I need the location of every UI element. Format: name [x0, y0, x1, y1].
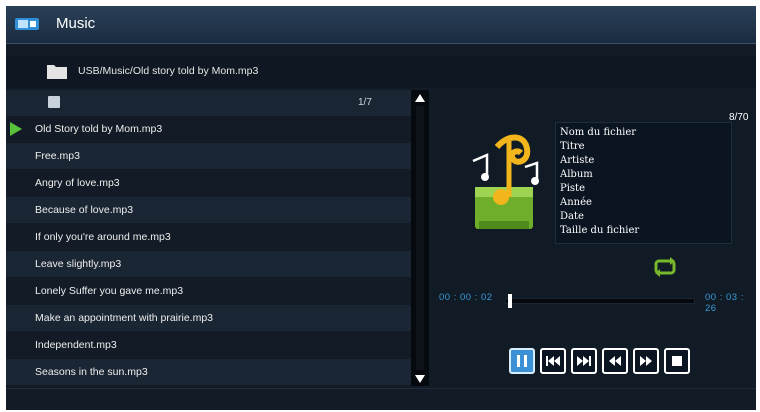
list-item[interactable]: Old Story told by Mom.mp3 — [6, 116, 411, 142]
song-title: Seasons in the sun.mp3 — [35, 366, 148, 378]
fast-forward-button[interactable] — [633, 348, 659, 374]
list-item[interactable]: Leave slightly.mp3 — [6, 251, 411, 277]
song-title: Lonely Suffer you gave me.mp3 — [35, 285, 184, 297]
header-bar: Music — [6, 6, 756, 44]
list-item[interactable]: If only you're around me.mp3 — [6, 224, 411, 250]
progress-bar[interactable] — [505, 294, 695, 308]
music-player-screen: Music USB/Music/Old story told by Mom.mp… — [6, 6, 756, 410]
pause-button[interactable] — [509, 348, 535, 374]
previous-track-icon — [546, 356, 560, 366]
page-title: Music — [56, 15, 96, 32]
info-label: Titre — [560, 141, 585, 152]
info-label: Nom du fichier — [560, 127, 637, 138]
music-app-icon — [15, 18, 39, 30]
rewind-icon — [609, 356, 621, 366]
list-item[interactable]: Seasons in the sun.mp3 — [6, 359, 411, 385]
song-title: Make an appointment with prairie.mp3 — [35, 312, 214, 324]
scroll-down-icon[interactable] — [415, 375, 425, 383]
list-item[interactable]: Angry of love.mp3 — [6, 170, 411, 196]
now-playing-panel: 8/70 Nom du fichier Titre Artiste Album … — [429, 90, 756, 388]
song-title: Because of love.mp3 — [35, 204, 134, 216]
page-count: 1/7 — [358, 97, 372, 108]
info-label: Année — [560, 197, 592, 208]
file-list: 1/7 Old Story told by Mom.mp3 Free.mp3 A… — [6, 90, 411, 388]
info-label: Piste — [560, 183, 585, 194]
list-item[interactable]: Lonely Suffer you gave me.mp3 — [6, 278, 411, 304]
pause-icon — [517, 355, 527, 367]
song-title: Angry of love.mp3 — [35, 177, 120, 189]
info-label: Album — [560, 169, 593, 180]
list-item[interactable]: Free.mp3 — [6, 143, 411, 169]
song-title: Old Story told by Mom.mp3 — [35, 123, 163, 135]
scroll-up-icon[interactable] — [415, 94, 425, 102]
song-title: Leave slightly.mp3 — [35, 258, 122, 270]
list-item[interactable]: Independent.mp3 — [6, 332, 411, 358]
current-time: 00 : 00 : 02 — [439, 292, 493, 303]
breadcrumb: USB/Music/Old story told by Mom.mp3 — [6, 56, 756, 88]
list-item[interactable]: Because of love.mp3 — [6, 197, 411, 223]
footer-bar — [6, 388, 756, 410]
info-label: Artiste — [560, 155, 595, 166]
track-info-box: Nom du fichier Titre Artiste Album Piste… — [555, 122, 732, 244]
total-time: 00 : 03 : 26 — [705, 292, 744, 314]
fast-forward-icon — [640, 356, 652, 366]
rewind-button[interactable] — [602, 348, 628, 374]
progress-row: 00 : 00 : 02 00 : 03 : 26 — [429, 290, 756, 314]
music-note-icon — [472, 134, 539, 229]
stop-button[interactable] — [664, 348, 690, 374]
list-header: 1/7 — [6, 90, 411, 116]
list-scrollbar[interactable] — [411, 90, 429, 386]
list-item[interactable]: Make an appointment with prairie.mp3 — [6, 305, 411, 331]
repeat-icon[interactable] — [652, 256, 678, 278]
next-track-button[interactable] — [571, 348, 597, 374]
song-title: If only you're around me.mp3 — [35, 231, 171, 243]
scrollbar-track[interactable] — [416, 106, 424, 370]
stop-icon — [672, 356, 682, 366]
next-track-icon — [577, 356, 591, 366]
progress-knob[interactable] — [507, 294, 512, 308]
song-title: Independent.mp3 — [35, 339, 117, 351]
song-title: Free.mp3 — [35, 150, 80, 162]
folder-icon — [47, 65, 67, 79]
file-path: USB/Music/Old story told by Mom.mp3 — [78, 65, 259, 77]
previous-track-button[interactable] — [540, 348, 566, 374]
info-label: Date — [560, 211, 584, 222]
info-label: Taille du fichier — [560, 225, 640, 236]
list-icon — [48, 96, 60, 108]
play-indicator-icon — [10, 122, 22, 136]
